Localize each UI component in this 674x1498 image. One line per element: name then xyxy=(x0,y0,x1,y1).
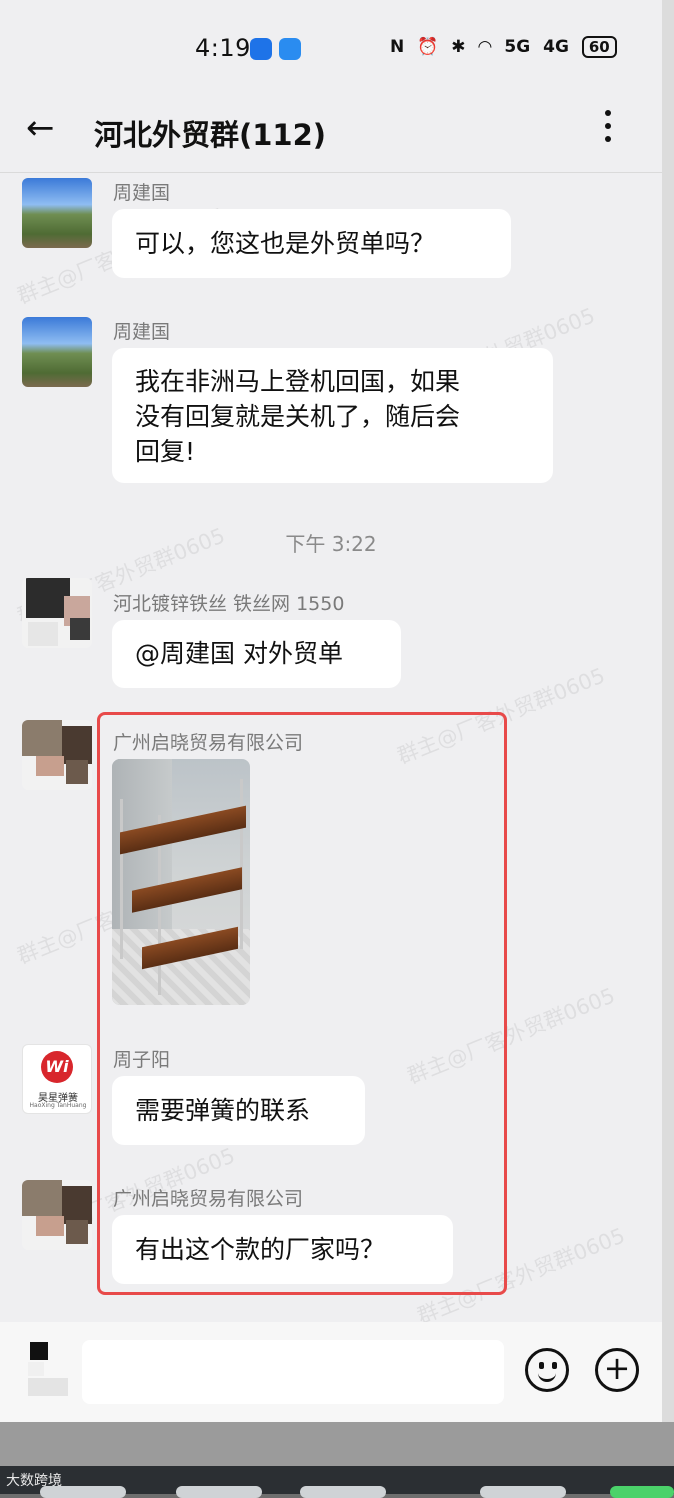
status-time: 4:19 xyxy=(195,34,251,62)
taskbar-pill xyxy=(480,1486,566,1498)
message-input[interactable] xyxy=(82,1340,504,1404)
avatar-blurred[interactable] xyxy=(22,1180,92,1250)
plus-icon[interactable]: + xyxy=(595,1348,639,1392)
chat-screen: 4:19 N ⏰ ✱ ◠ 5G 4G 60 ← 河北外贸群(112) 群主@厂客… xyxy=(0,0,662,1494)
message-text-line: 回复! xyxy=(135,437,196,466)
message-bubble[interactable]: 我在非洲马上登机回国，如果 没有回复就是关机了，随后会 回复! xyxy=(112,348,553,483)
signal-4g: 4G xyxy=(543,37,569,57)
sender-name: 周建国 xyxy=(113,321,171,343)
message-text: 可以，您这也是外贸单吗？ xyxy=(135,229,436,258)
smiley-icon[interactable] xyxy=(525,1348,569,1392)
wifi-icon: ◠ xyxy=(478,37,492,57)
message-text-line: 没有回复就是关机了，随后会 xyxy=(135,402,461,431)
header-divider xyxy=(0,172,662,173)
avatar-haoxing-logo[interactable]: Wi 昊星弹簧 HaoXing TanHuang xyxy=(22,1044,92,1114)
avatar-blurred[interactable] xyxy=(22,720,92,790)
sender-name: 河北镀锌铁丝 铁丝网 1550 xyxy=(113,593,345,615)
time-divider: 下午 3:22 xyxy=(285,532,377,556)
my-avatar[interactable] xyxy=(24,1340,70,1400)
avatar-zhou-jianguo[interactable] xyxy=(22,317,92,387)
nfc-icon: N xyxy=(390,37,405,57)
status-icons: N ⏰ ✱ ◠ 5G 4G 60 xyxy=(390,36,624,58)
message-bubble[interactable]: @周建国 对外贸单 xyxy=(112,620,401,688)
message-text-line: 我在非洲马上登机回国，如果 xyxy=(135,367,461,396)
screen-edge xyxy=(662,0,674,1494)
logo-subtext: HaoXing TanHuang xyxy=(29,1102,87,1109)
highlight-annotation-box xyxy=(97,712,507,1295)
weather-notification-icon xyxy=(279,38,301,60)
avatar-zhou-jianguo[interactable] xyxy=(22,178,92,248)
more-options-icon[interactable] xyxy=(604,110,612,149)
bluetooth-icon: ✱ xyxy=(451,37,466,57)
app-notification-icon xyxy=(250,38,272,60)
message-text: @周建国 对外贸单 xyxy=(135,639,343,668)
taskbar-pill xyxy=(300,1486,386,1498)
taskbar-pill xyxy=(40,1486,126,1498)
signal-5g: 5G xyxy=(504,37,531,57)
input-bar: + xyxy=(0,1322,662,1422)
status-bar: 4:19 N ⏰ ✱ ◠ 5G 4G 60 xyxy=(0,0,662,96)
back-arrow-icon[interactable]: ← xyxy=(26,108,55,148)
taskbar-pill xyxy=(610,1486,674,1498)
message-bubble[interactable]: 可以，您这也是外贸单吗？ xyxy=(112,209,511,278)
brand-logo-icon: Wi xyxy=(41,1051,73,1083)
battery-indicator: 60 xyxy=(581,36,617,58)
sender-name: 周建国 xyxy=(113,182,171,204)
chat-header: ← 河北外贸群(112) xyxy=(0,96,662,170)
group-title: 河北外贸群(112) xyxy=(94,118,327,152)
taskbar-pill xyxy=(176,1486,262,1498)
alarm-icon: ⏰ xyxy=(417,37,439,57)
bottom-overlay: 大数跨境 xyxy=(0,1422,674,1498)
avatar-blurred[interactable] xyxy=(22,578,92,648)
